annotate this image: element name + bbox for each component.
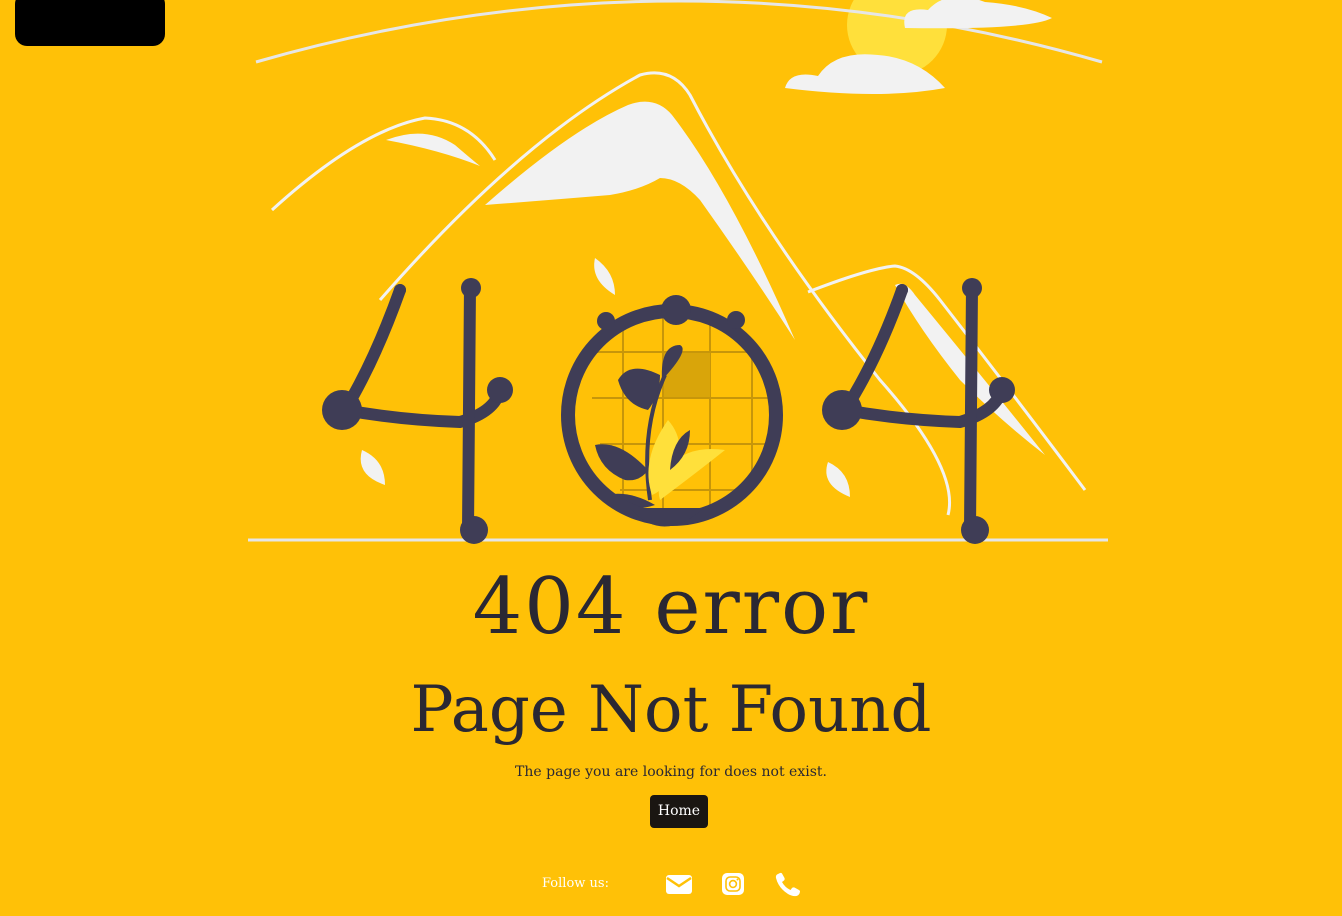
leaf	[594, 258, 615, 295]
404-illustration	[248, 0, 1108, 544]
leaf	[360, 450, 385, 485]
phone-icon	[775, 872, 801, 897]
error-code-heading: 404 error	[472, 562, 870, 652]
not-found-page: 404 error Page Not Found The page you ar…	[0, 0, 1342, 916]
digit-four-left	[335, 280, 506, 536]
phone-link[interactable]	[773, 869, 803, 899]
digit-zero-window	[561, 295, 783, 527]
page-not-found-title: Page Not Found	[410, 673, 932, 747]
home-button[interactable]: Home	[650, 795, 708, 828]
email-link[interactable]	[664, 869, 694, 899]
error-message: The page you are looking for does not ex…	[515, 764, 827, 780]
leaf	[826, 462, 850, 497]
envelope-icon	[666, 875, 692, 894]
follow-us-label: Follow us:	[542, 876, 609, 891]
instagram-icon	[722, 873, 744, 895]
mountain-left-outline	[270, 116, 497, 212]
mountain-left-snow	[386, 133, 480, 166]
mountain-right-outline	[807, 264, 1087, 491]
instagram-link[interactable]	[719, 869, 749, 899]
mountain-center-snow	[485, 101, 795, 341]
